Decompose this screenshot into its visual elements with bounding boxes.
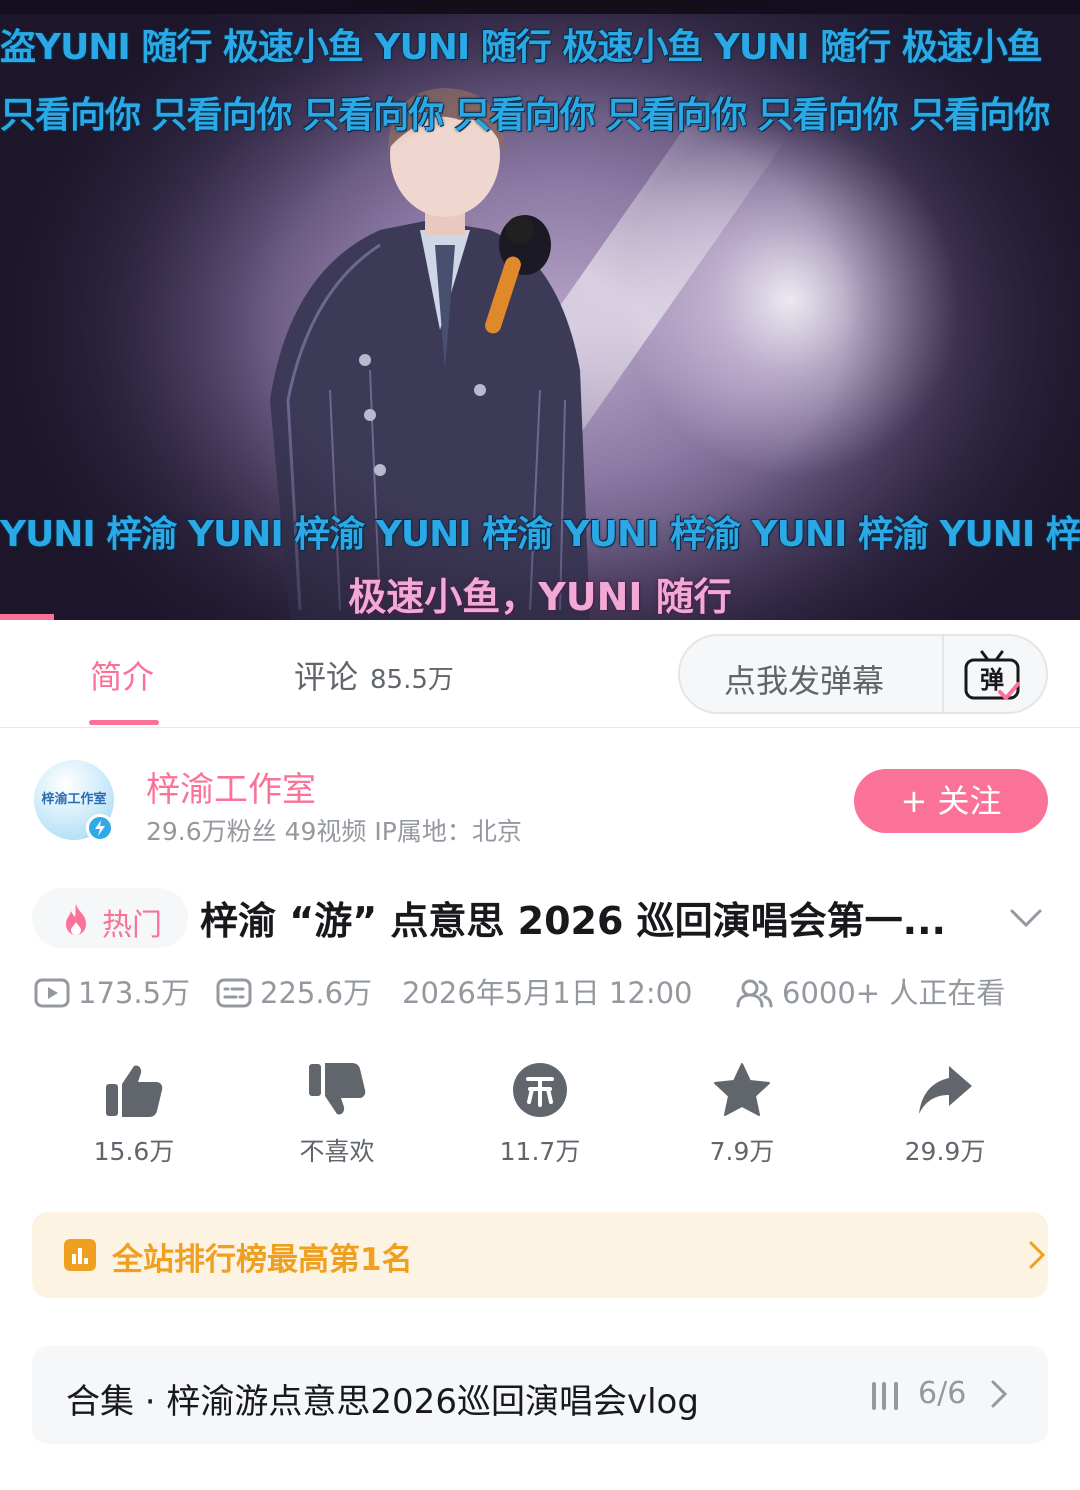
action-bar: 15.6万 不喜欢 11.7万 7.9万 29.9万	[0, 1056, 1080, 1176]
share-icon	[919, 1066, 972, 1114]
favorite-count: 7.9万	[709, 1137, 775, 1166]
share-button[interactable]: 29.9万	[875, 1056, 1015, 1168]
star-icon	[714, 1063, 770, 1116]
collection-title: 合集 · 梓渝游点意思2026巡回演唱会vlog	[66, 1382, 699, 1422]
publish-time: 2026年5月1日 12:00	[402, 976, 693, 1010]
watching-now: 6000+ 人正在看	[734, 970, 1005, 1012]
chevron-right-icon	[1029, 1241, 1046, 1269]
comments-count: 85.5万	[370, 665, 454, 695]
follow-button[interactable]: + 关注	[854, 769, 1048, 833]
tab-bar: 简介 评论 85.5万 点我发弹幕 弹	[0, 620, 1080, 728]
danmaku-count-icon	[216, 978, 252, 1008]
danmaku-count-value: 225.6万	[260, 976, 373, 1010]
danmaku-divider	[942, 636, 944, 712]
tab-intro[interactable]: 简介	[90, 652, 154, 698]
coin-button[interactable]: 11.7万	[470, 1056, 610, 1168]
danmaku-line: 盗YUNI 随行 极速小鱼 YUNI 随行 极速小鱼 YUNI 随行 极速小鱼	[0, 27, 1043, 68]
uploader-meta: 29.6万粉丝 49视频 IP属地：北京	[146, 817, 522, 846]
thumbs-down-icon	[309, 1063, 366, 1115]
favorite-button[interactable]: 7.9万	[672, 1056, 812, 1168]
dislike-button[interactable]: 不喜欢	[267, 1056, 407, 1168]
danmaku-input-box[interactable]: 点我发弹幕 弹	[678, 634, 1048, 714]
avatar-text: 梓渝工作室	[41, 792, 107, 807]
coin-count: 11.7万	[499, 1137, 581, 1166]
danmaku-line: YUNI 梓渝 YUNI 梓渝 YUNI 梓渝 YUNI 梓渝 YUNI 梓渝 …	[0, 514, 1080, 555]
tab-comments[interactable]: 评论 85.5万	[294, 652, 454, 698]
tab-comments-label: 评论	[294, 658, 359, 696]
ranking-chart-icon	[64, 1239, 96, 1271]
flame-icon	[66, 904, 86, 935]
danmaku-count: 225.6万	[216, 970, 372, 1012]
video-stats: 173.5万 225.6万 2026年5月1日 12:00 6000+ 人正在看	[0, 964, 1080, 1014]
collection-progress: 6/6	[918, 1376, 967, 1411]
people-icon	[736, 979, 773, 1008]
dislike-label: 不喜欢	[299, 1137, 375, 1166]
coin-icon	[513, 1063, 567, 1117]
view-count: 173.5万	[34, 970, 190, 1012]
chevron-right-icon	[991, 1380, 1008, 1408]
video-player[interactable]: 盗YUNI 随行 极速小鱼 YUNI 随行 极速小鱼 YUNI 随行 极速小鱼 …	[0, 0, 1080, 620]
danmaku-icon-label: 弹	[980, 666, 1004, 694]
ranking-text: 全站排行榜最高第1名	[112, 1242, 413, 1278]
active-tab-indicator	[89, 720, 159, 725]
verified-badge-icon	[86, 814, 114, 842]
danmaku-settings-icon[interactable]: 弹	[962, 646, 1022, 704]
collection-card[interactable]: 合集 · 梓渝游点意思2026巡回演唱会vlog 6/6	[32, 1346, 1048, 1444]
danmaku-line: 只看向你 只看向你 只看向你 只看向你 只看向你 只看向你 只看向你	[0, 95, 1050, 136]
play-icon	[34, 978, 70, 1008]
uploader-section: 梓渝工作室 梓渝工作室 29.6万粉丝 49视频 IP属地：北京 + 关注	[0, 728, 1080, 858]
video-title: 梓渝 “游” 点意思 2026 巡回演唱会第一...	[200, 899, 946, 943]
ranking-banner[interactable]: 全站排行榜最高第1名	[32, 1212, 1048, 1298]
video-subtitle: 极速小鱼，YUNI 随行	[348, 575, 732, 619]
chevron-down-icon[interactable]	[1008, 906, 1044, 930]
title-row: 热门 梓渝 “游” 点意思 2026 巡回演唱会第一...	[0, 880, 1080, 960]
playlist-icon	[872, 1382, 898, 1410]
watching-now-value: 6000+ 人正在看	[782, 976, 1006, 1010]
view-count-value: 173.5万	[78, 976, 191, 1010]
uploader-name[interactable]: 梓渝工作室	[146, 762, 316, 811]
like-count: 15.6万	[93, 1137, 175, 1166]
thumbs-up-icon	[106, 1065, 163, 1117]
like-button[interactable]: 15.6万	[64, 1056, 204, 1168]
share-count: 29.9万	[904, 1137, 986, 1166]
hot-tag[interactable]: 热门	[32, 888, 188, 948]
hot-label: 热门	[102, 908, 162, 943]
danmaku-input[interactable]: 点我发弹幕	[724, 656, 884, 702]
